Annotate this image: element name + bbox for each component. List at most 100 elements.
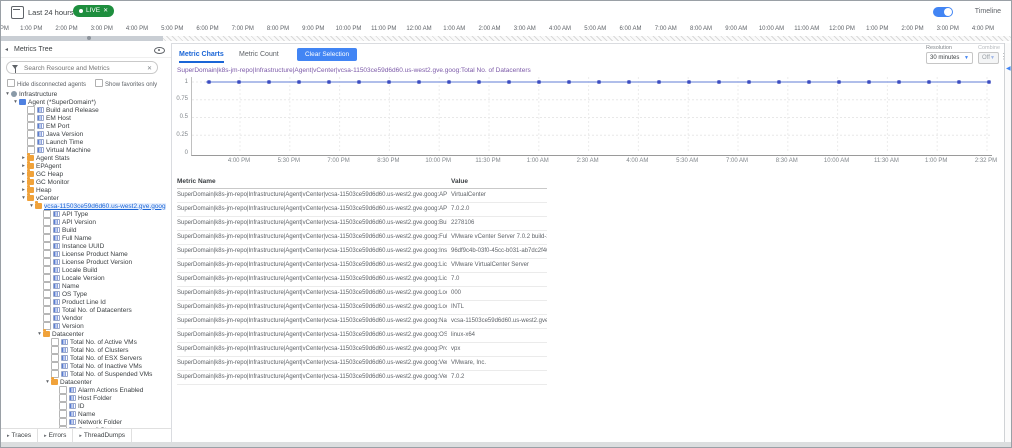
tab-metric-count[interactable]: Metric Count <box>239 51 279 61</box>
tree-checkbox[interactable] <box>27 106 35 114</box>
tree-checkbox[interactable] <box>59 386 67 394</box>
tree-checkbox[interactable] <box>51 338 59 346</box>
tree-checkbox[interactable] <box>59 418 67 426</box>
chart-plot[interactable] <box>191 77 992 156</box>
tab-metric-charts[interactable]: Metric Charts <box>179 51 224 63</box>
tree-item[interactable]: Host Folder <box>1 394 171 402</box>
tree-checkbox[interactable] <box>43 290 51 298</box>
search-input[interactable] <box>22 63 144 74</box>
tree-expand-icon[interactable]: ▸ <box>20 178 27 186</box>
tree-item[interactable]: License Product Name <box>1 250 171 258</box>
tree-item[interactable]: ▾Datacenter <box>1 378 171 386</box>
tree-item[interactable]: EM Host <box>1 114 171 122</box>
live-badge[interactable]: LIVE ✕ <box>73 5 114 17</box>
tree-item[interactable]: Total No. of Inactive VMs <box>1 362 171 370</box>
tree-item[interactable]: OS Type <box>1 290 171 298</box>
tree-item[interactable]: Locale Version <box>1 274 171 282</box>
clear-search-icon[interactable]: ✕ <box>147 65 152 72</box>
tree-item[interactable]: Locale Build <box>1 266 171 274</box>
tree-item[interactable]: Java Version <box>1 130 171 138</box>
checkbox-icon[interactable] <box>7 79 15 87</box>
tree-item[interactable]: License Product Version <box>1 258 171 266</box>
tree-item[interactable]: ▾vcsa-11503ce59d6d60.us-west2.gve.goog <box>1 202 171 210</box>
tree-expand-icon[interactable]: ▸ <box>20 170 27 178</box>
tree-item[interactable]: ▾Infrastructure <box>1 90 171 98</box>
tree-item[interactable]: Alarm Actions Enabled <box>1 386 171 394</box>
tree-item[interactable]: Product Line Id <box>1 298 171 306</box>
tree-expand-icon[interactable]: ▾ <box>36 330 43 338</box>
tree-checkbox[interactable] <box>43 218 51 226</box>
tree-checkbox[interactable] <box>43 226 51 234</box>
tree-checkbox[interactable] <box>43 266 51 274</box>
timeline-toggle[interactable] <box>933 7 953 17</box>
bottom-scroll-strip[interactable] <box>1 442 1011 447</box>
calendar-icon[interactable] <box>11 6 24 19</box>
tree-item[interactable]: ID <box>1 402 171 410</box>
collapse-sidebar-icon[interactable]: ◂ <box>5 46 8 53</box>
tree-item[interactable]: ▾Agent (*SuperDomain*) <box>1 98 171 106</box>
tree-expand-icon[interactable]: ▾ <box>28 202 35 210</box>
collapsed-right-panel[interactable]: ◀ <box>1004 43 1012 442</box>
tree-item[interactable]: Vendor <box>1 314 171 322</box>
tree-checkbox[interactable] <box>27 114 35 122</box>
expand-panel-icon[interactable]: ◀ <box>1006 65 1011 72</box>
close-icon[interactable]: ✕ <box>103 5 108 17</box>
tree-expand-icon[interactable]: ▾ <box>12 98 19 106</box>
tree-checkbox[interactable] <box>43 306 51 314</box>
tree-item[interactable]: Name <box>1 282 171 290</box>
tree-checkbox[interactable] <box>43 242 51 250</box>
tree-expand-icon[interactable]: ▸ <box>20 154 27 162</box>
tree-item[interactable]: Version <box>1 322 171 330</box>
tree-expand-icon[interactable]: ▾ <box>4 90 11 98</box>
tree-item[interactable]: Total No. of ESX Servers <box>1 354 171 362</box>
tree-checkbox[interactable] <box>43 314 51 322</box>
tree-item[interactable]: Total No. of Datacenters <box>1 306 171 314</box>
time-ruler-handle[interactable] <box>87 36 91 40</box>
tree-checkbox[interactable] <box>51 346 59 354</box>
eye-icon[interactable] <box>154 47 165 54</box>
tree-item[interactable]: Build and Release <box>1 106 171 114</box>
tree-checkbox[interactable] <box>51 354 59 362</box>
tree-checkbox[interactable] <box>59 394 67 402</box>
tree-checkbox[interactable] <box>59 410 67 418</box>
tree-item[interactable]: API Type <box>1 210 171 218</box>
tree-item[interactable]: Total No. of Suspended VMs <box>1 370 171 378</box>
time-ruler[interactable]: 12:00 PM1:00 PM2:00 PM3:00 PM4:00 PM5:00… <box>1 23 1011 44</box>
tree-item[interactable]: Network Folder <box>1 418 171 426</box>
tree-checkbox[interactable] <box>43 210 51 218</box>
tree-checkbox[interactable] <box>51 362 59 370</box>
tree-checkbox[interactable] <box>43 234 51 242</box>
tree-item[interactable]: Name <box>1 410 171 418</box>
tree-checkbox[interactable] <box>43 274 51 282</box>
tree-expand-icon[interactable]: ▾ <box>44 378 51 386</box>
tree-item[interactable]: ▾vCenter <box>1 194 171 202</box>
tree-expand-icon[interactable]: ▸ <box>20 186 27 194</box>
resolution-dropdown[interactable]: 30 minutes ▼ <box>926 52 973 64</box>
tree-item[interactable]: Total No. of Clusters <box>1 346 171 354</box>
tree-item[interactable]: ▾Datacenter <box>1 330 171 338</box>
tree-item[interactable]: EM Port <box>1 122 171 130</box>
tree-item[interactable]: Instance UUID <box>1 242 171 250</box>
tree-checkbox[interactable] <box>43 250 51 258</box>
tab-traces[interactable]: ▸Traces <box>1 429 38 442</box>
tab-threaddumps[interactable]: ▸ThreadDumps <box>73 429 132 442</box>
tree-expand-icon[interactable]: ▾ <box>20 194 27 202</box>
tree-item[interactable]: Launch Time <box>1 138 171 146</box>
tree-item[interactable]: Total No. of Active VMs <box>1 338 171 346</box>
tree-search-box[interactable]: ✕ <box>6 61 158 74</box>
combine-dropdown[interactable]: Off ▼ <box>978 52 999 64</box>
clear-selection-button[interactable]: Clear Selection <box>297 48 357 61</box>
tree-item[interactable]: Build <box>1 226 171 234</box>
tree-checkbox[interactable] <box>27 130 35 138</box>
tab-errors[interactable]: ▸Errors <box>38 429 73 442</box>
tree-checkbox[interactable] <box>59 402 67 410</box>
tree-checkbox[interactable] <box>43 282 51 290</box>
tree-checkbox[interactable] <box>27 122 35 130</box>
tree-item[interactable]: Full Name <box>1 234 171 242</box>
tree-checkbox[interactable] <box>43 298 51 306</box>
filter-hide-disconnected[interactable]: Hide disconnected agents <box>7 79 86 88</box>
tree-checkbox[interactable] <box>27 138 35 146</box>
tree-checkbox[interactable] <box>43 258 51 266</box>
filter-show-favorites[interactable]: Show favorites only <box>95 79 157 88</box>
tree-expand-icon[interactable]: ▸ <box>20 162 27 170</box>
